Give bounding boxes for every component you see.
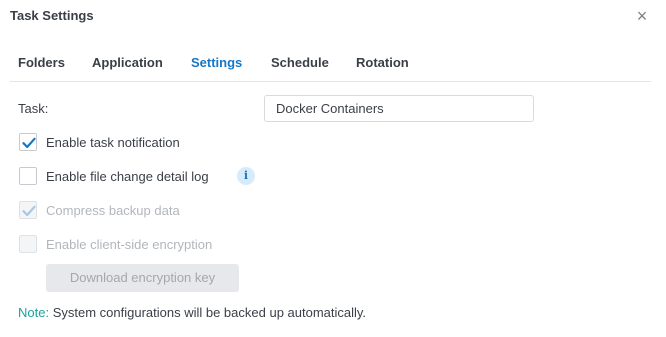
- download-encryption-key-button: Download encryption key: [46, 264, 239, 292]
- tab-application[interactable]: Application: [92, 55, 163, 70]
- note-label: Note:: [18, 305, 50, 320]
- tab-folders[interactable]: Folders: [18, 55, 65, 70]
- info-icon[interactable]: i: [237, 167, 255, 185]
- client-encryption-label: Enable client-side encryption: [46, 237, 213, 252]
- task-label: Task:: [18, 101, 49, 116]
- title-bar: Task Settings ×: [0, 0, 666, 34]
- task-notification-checkbox[interactable]: [19, 133, 37, 151]
- tab-divider: [10, 81, 651, 82]
- compress-backup-label: Compress backup data: [46, 203, 180, 218]
- task-notification-label[interactable]: Enable task notification: [46, 135, 180, 150]
- task-name-input[interactable]: [264, 95, 534, 122]
- client-encryption-checkbox: [19, 235, 37, 253]
- close-icon[interactable]: ×: [634, 6, 650, 26]
- tab-settings[interactable]: Settings: [191, 55, 242, 70]
- note-text: Note: System configurations will be back…: [18, 305, 366, 320]
- compress-backup-checkbox: [19, 201, 37, 219]
- file-change-log-checkbox[interactable]: [19, 167, 37, 185]
- note-message: System configurations will be backed up …: [49, 305, 367, 320]
- tab-bar: Folders Application Settings Schedule Ro…: [0, 50, 666, 82]
- dialog-title: Task Settings: [10, 8, 94, 23]
- file-change-log-label[interactable]: Enable file change detail log: [46, 169, 209, 184]
- task-settings-dialog: Task Settings × Folders Application Sett…: [0, 0, 666, 337]
- tab-rotation[interactable]: Rotation: [356, 55, 409, 70]
- checkmark-icon: [22, 205, 36, 217]
- checkmark-icon: [22, 137, 36, 149]
- tab-schedule[interactable]: Schedule: [271, 55, 329, 70]
